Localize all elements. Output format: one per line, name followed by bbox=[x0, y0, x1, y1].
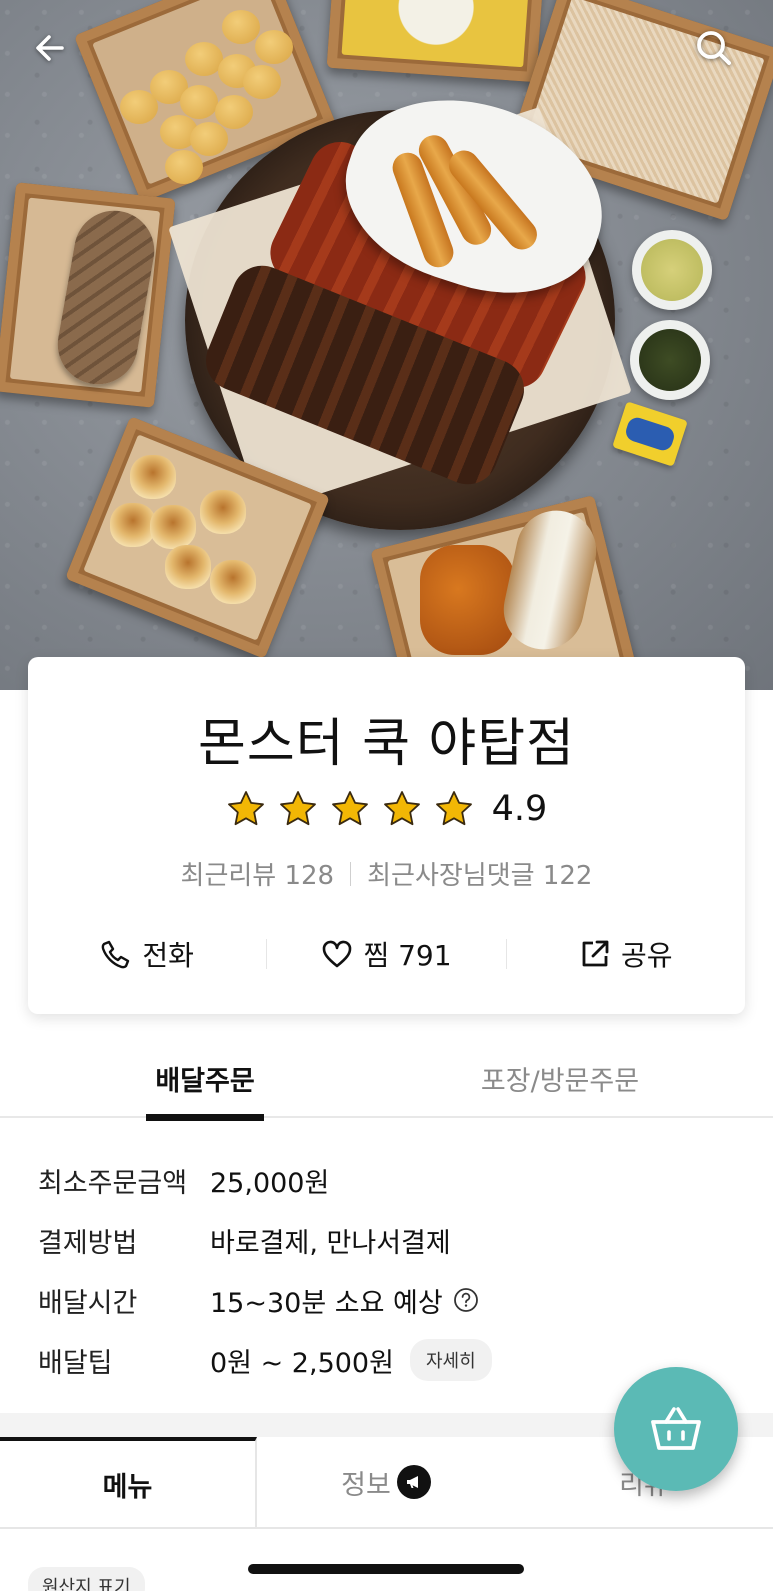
favorite-label: 찜 791 bbox=[363, 939, 452, 972]
star-icon bbox=[383, 791, 420, 826]
info-value: 25,000원 bbox=[210, 1167, 330, 1199]
info-row-min-order: 최소주문금액 25,000원 bbox=[38, 1150, 738, 1210]
info-value: 0원 ~ 2,500원 bbox=[210, 1347, 394, 1379]
question-circle-icon[interactable] bbox=[453, 1287, 479, 1313]
home-indicator bbox=[248, 1564, 524, 1574]
info-row-payment: 결제방법 바로결제, 만나서결제 bbox=[38, 1210, 738, 1270]
info-row-delivery-time: 배달시간 15~30분 소요 예상 bbox=[38, 1270, 738, 1330]
call-button[interactable]: 전화 bbox=[28, 934, 266, 974]
info-row-delivery-tip: 배달팁 0원 ~ 2,500원 자세히 bbox=[38, 1330, 738, 1390]
info-key: 배달팁 bbox=[38, 1347, 113, 1379]
tab-delivery-label: 배달주문 bbox=[155, 1065, 255, 1097]
store-name: 몬스터 쿡 야탑점 bbox=[198, 714, 575, 774]
rating-row[interactable]: 4.9 bbox=[28, 789, 745, 829]
tab-menu-label: 메뉴 bbox=[102, 1471, 153, 1503]
store-info-card: 몬스터 쿡 야탑점 4.9 최근리뷰 128 최근사장님댓글 122 전화 찜 … bbox=[28, 657, 745, 1014]
order-type-tabs: 배달주문 포장/방문주문 bbox=[0, 1040, 773, 1121]
info-key: 결제방법 bbox=[38, 1227, 138, 1259]
info-key: 배달시간 bbox=[38, 1287, 138, 1319]
search-icon bbox=[697, 31, 731, 65]
phone-icon bbox=[102, 940, 130, 969]
tab-info-label: 정보 bbox=[341, 1469, 391, 1501]
rating-score: 4.9 bbox=[491, 789, 548, 829]
arrow-left-icon bbox=[36, 35, 64, 61]
call-label: 전화 bbox=[142, 939, 194, 972]
star-icon bbox=[279, 791, 316, 826]
delivery-info: 최소주문금액 25,000원 결제방법 바로결제, 만나서결제 배달시간 15~… bbox=[38, 1150, 738, 1390]
back-button[interactable] bbox=[22, 22, 78, 74]
tab-info[interactable]: 정보 bbox=[257, 1437, 515, 1527]
share-icon bbox=[582, 940, 609, 967]
store-actions: 전화 찜 791 공유 bbox=[28, 925, 745, 983]
star-icon bbox=[227, 791, 264, 826]
info-value: 바로결제, 만나서결제 bbox=[210, 1227, 451, 1259]
pickle-cup bbox=[632, 230, 712, 310]
info-value: 15~30분 소요 예상 bbox=[210, 1287, 443, 1319]
search-button[interactable] bbox=[686, 22, 742, 74]
review-counts: 최근리뷰 128 최근사장님댓글 122 bbox=[28, 855, 745, 892]
info-key: 최소주문금액 bbox=[38, 1167, 188, 1199]
star-icon bbox=[435, 791, 472, 826]
tab-pickup-label: 포장/방문주문 bbox=[480, 1065, 640, 1097]
tab-pickup-order[interactable]: 포장/방문주문 bbox=[470, 1040, 650, 1116]
store-hero-photo bbox=[0, 0, 773, 690]
tab-menu[interactable]: 메뉴 bbox=[0, 1437, 257, 1527]
star-icon bbox=[331, 791, 368, 826]
rating-stars bbox=[226, 789, 474, 829]
food-tray bbox=[326, 0, 544, 83]
tip-detail-button[interactable]: 자세히 bbox=[409, 1339, 492, 1381]
heart-icon bbox=[323, 940, 352, 968]
shopping-basket-icon bbox=[651, 1407, 701, 1450]
active-tab-indicator bbox=[146, 1114, 264, 1121]
share-button[interactable]: 공유 bbox=[507, 934, 745, 974]
cart-button[interactable] bbox=[614, 1367, 738, 1491]
origin-label-chip[interactable]: 원산지 표기 bbox=[28, 1567, 145, 1591]
jalapeno-cup bbox=[630, 320, 710, 400]
favorite-button[interactable]: 찜 791 bbox=[267, 934, 505, 974]
share-label: 공유 bbox=[621, 939, 673, 972]
megaphone-icon bbox=[396, 1465, 431, 1499]
divider bbox=[350, 861, 352, 886]
tab-delivery-order[interactable]: 배달주문 bbox=[146, 1040, 264, 1121]
recent-review-count[interactable]: 최근리뷰 128 bbox=[181, 855, 335, 892]
owner-reply-count[interactable]: 최근사장님댓글 122 bbox=[367, 855, 592, 892]
